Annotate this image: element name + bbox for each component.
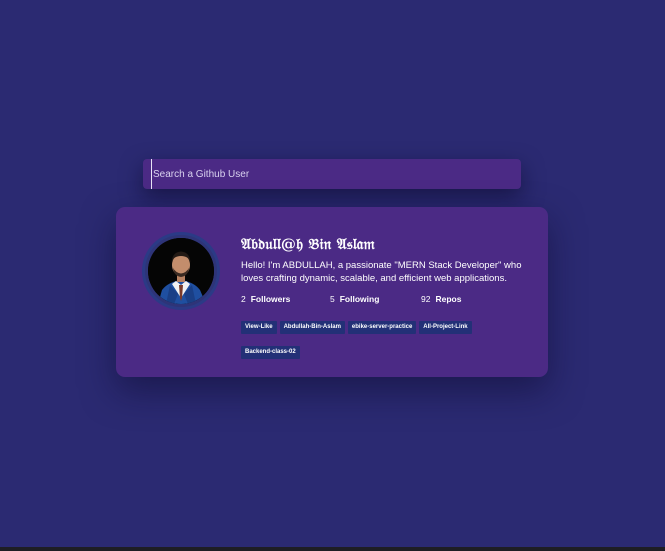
repo-link[interactable]: ebike-server-practice <box>347 321 417 334</box>
avatar-image <box>148 238 214 304</box>
repo-link[interactable]: All-Project-Link <box>419 321 472 334</box>
repo-link[interactable]: View-Like <box>241 321 277 334</box>
search-input[interactable] <box>151 159 521 189</box>
repo-link[interactable]: Abdullah-Bin-Aslam <box>279 321 345 334</box>
followers-count: 2 <box>241 294 246 304</box>
bottom-bar <box>0 547 665 551</box>
following-count: 5 <box>330 294 335 304</box>
avatar-photo <box>148 238 214 304</box>
followers-label: Followers <box>250 294 291 304</box>
repos-label: Repos <box>435 294 462 304</box>
app-page: 𝔄𝔟𝔡𝔲𝔩𝔩@𝔥 𝔅𝔦𝔫 𝔄𝔰𝔩𝔞𝔪 Hello! I'm ABDULLAH, … <box>0 0 665 551</box>
followers-stat: 2 Followers <box>241 294 290 304</box>
repos-count: 92 <box>421 294 431 304</box>
search-box[interactable] <box>143 159 521 189</box>
user-bio: Hello! I'm ABDULLAH, a passionate "MERN … <box>241 260 522 284</box>
repo-list: View-Like Abdullah-Bin-Aslam ebike-server-… <box>241 315 541 365</box>
repos-stat: 92 Repos <box>421 294 461 304</box>
avatar <box>142 232 220 310</box>
following-stat: 5 Following <box>330 294 379 304</box>
repo-link[interactable]: Backend-class-02 <box>241 346 300 359</box>
user-name: 𝔄𝔟𝔡𝔲𝔩𝔩@𝔥 𝔅𝔦𝔫 𝔄𝔰𝔩𝔞𝔪 <box>241 235 375 253</box>
following-label: Following <box>339 294 380 304</box>
profile-card: 𝔄𝔟𝔡𝔲𝔩𝔩@𝔥 𝔅𝔦𝔫 𝔄𝔰𝔩𝔞𝔪 Hello! I'm ABDULLAH, … <box>116 207 548 377</box>
